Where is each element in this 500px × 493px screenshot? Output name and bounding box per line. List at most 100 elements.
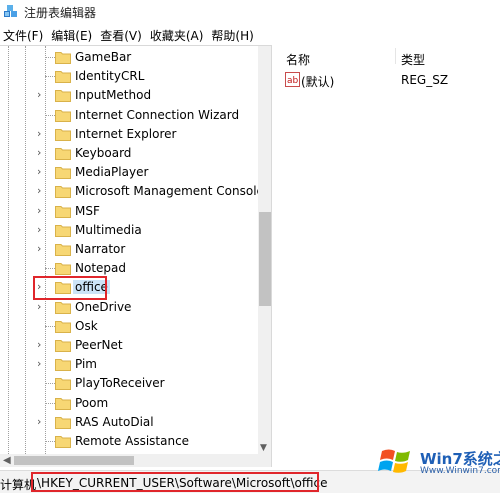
- folder-icon: [55, 224, 71, 237]
- menu-edit[interactable]: 编辑(E): [48, 25, 97, 45]
- folder-icon: [55, 167, 71, 180]
- tree-item-label: Remote Assistance: [75, 434, 190, 448]
- expand-chevron-icon[interactable]: ›: [37, 223, 49, 237]
- title-bar: 注册表编辑器: [0, 0, 500, 24]
- tree-item[interactable]: › Keyboard: [0, 144, 258, 163]
- folder-icon: [55, 109, 71, 122]
- tree-connector: [45, 114, 55, 116]
- expand-chevron-icon[interactable]: ›: [37, 204, 49, 218]
- tree-item[interactable]: Internet Connection Wizard: [0, 106, 258, 125]
- tree-item-label: PlayToReceiver: [75, 376, 165, 391]
- expand-chevron-icon[interactable]: ›: [37, 88, 49, 102]
- tree-item[interactable]: Remote Assistance: [0, 432, 258, 451]
- key-tree-pane[interactable]: GameBar IdentityCRL › InputMethod Internet C…: [0, 45, 272, 454]
- tree-item[interactable]: Poom: [0, 394, 258, 413]
- tree-item-label: Poom: [75, 395, 109, 410]
- selected-key-highlight: [33, 276, 107, 300]
- tree-item-label: IdentityCRL: [75, 69, 145, 84]
- expand-chevron-icon[interactable]: ›: [37, 338, 49, 352]
- expand-chevron-icon[interactable]: ›: [37, 165, 49, 179]
- tree-item-label: Osk: [75, 318, 98, 333]
- tree-item-label: RAS AutoDial: [75, 414, 154, 429]
- tree-item[interactable]: › InputMethod: [0, 86, 258, 105]
- tree-item-label: OneDrive: [75, 299, 132, 314]
- expand-chevron-icon[interactable]: ›: [37, 127, 49, 141]
- menu-bar: 文件(F) 编辑(E) 查看(V) 收藏夹(A) 帮助(H): [0, 25, 500, 45]
- values-pane[interactable]: 名称 类型 ab (默认) REG_SZ: [280, 45, 500, 467]
- menu-file[interactable]: 文件(F): [0, 25, 48, 45]
- registry-editor-icon: [4, 5, 17, 17]
- tree-item[interactable]: › Multimedia: [0, 221, 258, 240]
- folder-icon: [55, 52, 71, 64]
- folder-icon: [55, 301, 71, 314]
- column-header-name[interactable]: 名称: [286, 51, 310, 68]
- window-title: 注册表编辑器: [24, 6, 97, 20]
- tree-item[interactable]: › OneDrive: [0, 298, 258, 317]
- tree-item[interactable]: GameBar: [0, 48, 258, 67]
- folder-icon: [55, 90, 71, 103]
- expand-chevron-icon[interactable]: ›: [37, 415, 49, 429]
- folder-icon: [55, 436, 71, 448]
- tree-item[interactable]: › RAS AutoDial: [0, 413, 258, 432]
- scroll-left-icon[interactable]: ◀: [3, 454, 11, 467]
- tree-item-label: Narrator: [75, 242, 126, 256]
- tree-item-label: MediaPlayer: [75, 165, 149, 180]
- tree-item[interactable]: › MSF: [0, 202, 258, 221]
- tree-item[interactable]: › PeerNet: [0, 336, 258, 355]
- tree-connector: [45, 402, 55, 404]
- tree-item-label: Microsoft Management Console: [75, 184, 264, 199]
- tree-item[interactable]: › MediaPlayer: [0, 163, 258, 182]
- tree-connector: [45, 383, 55, 385]
- value-name: (默认): [301, 75, 335, 89]
- scrollbar-thumb[interactable]: [14, 456, 134, 465]
- tree-item-label: GameBar: [75, 50, 132, 64]
- expand-chevron-icon[interactable]: ›: [37, 300, 49, 314]
- tree-item[interactable]: PlayToReceiver: [0, 374, 258, 393]
- expand-chevron-icon[interactable]: ›: [37, 242, 49, 256]
- scrollbar-thumb[interactable]: [259, 212, 271, 306]
- folder-icon: [55, 205, 71, 218]
- tree-horizontal-scrollbar[interactable]: ◀: [0, 454, 272, 467]
- tree-item-label: Pim: [75, 357, 97, 372]
- tree-item-label: Multimedia: [75, 222, 142, 237]
- tree-item[interactable]: › Pim: [0, 355, 258, 374]
- menu-help[interactable]: 帮助(H): [208, 25, 258, 45]
- tree-connector: [45, 325, 55, 327]
- tree-item-label: Internet Explorer: [75, 126, 177, 141]
- tree-item-label: MSF: [75, 203, 100, 218]
- tree-item-label: Keyboard: [75, 146, 132, 160]
- scroll-down-icon[interactable]: ▼: [260, 443, 267, 453]
- column-header-type[interactable]: 类型: [401, 51, 425, 68]
- tree-vertical-scrollbar[interactable]: ▼: [258, 46, 271, 454]
- expand-chevron-icon[interactable]: ›: [37, 146, 49, 160]
- folder-icon: [55, 263, 71, 276]
- expand-chevron-icon[interactable]: ›: [37, 184, 49, 198]
- watermark-url: Www.Winwin7.com: [420, 466, 500, 476]
- windows-logo-icon: [378, 449, 410, 473]
- tree-item-label: PeerNet: [75, 338, 123, 352]
- tree-item[interactable]: IdentityCRL: [0, 67, 258, 86]
- folder-icon: [55, 186, 71, 199]
- column-divider[interactable]: [395, 48, 396, 64]
- tree-item[interactable]: › Microsoft Management Console: [0, 182, 264, 201]
- tree-connector: [45, 76, 55, 78]
- tree-item-label: InputMethod: [75, 88, 152, 103]
- folder-icon: [55, 378, 71, 391]
- tree-item[interactable]: › Narrator: [0, 240, 258, 259]
- folder-icon: [55, 244, 71, 256]
- tree-item-label: Notepad: [75, 261, 126, 276]
- menu-view[interactable]: 查看(V): [97, 25, 147, 45]
- tree-connector: [45, 57, 55, 58]
- expand-chevron-icon[interactable]: ›: [37, 357, 49, 371]
- watermark: Win7系统之家 Www.Winwin7.com: [376, 446, 500, 476]
- folder-icon: [55, 397, 71, 410]
- tree-item[interactable]: Osk: [0, 317, 258, 336]
- folder-icon: [55, 320, 71, 333]
- tree-item-label: Internet Connection Wizard: [75, 107, 240, 122]
- tree-connector: [45, 441, 55, 442]
- value-row[interactable]: ab (默认) REG_SZ: [280, 71, 500, 89]
- tree-item[interactable]: › Internet Explorer: [0, 125, 258, 144]
- menu-favorites[interactable]: 收藏夹(A): [147, 25, 209, 45]
- folder-icon: [55, 416, 71, 429]
- folder-icon: [55, 71, 71, 84]
